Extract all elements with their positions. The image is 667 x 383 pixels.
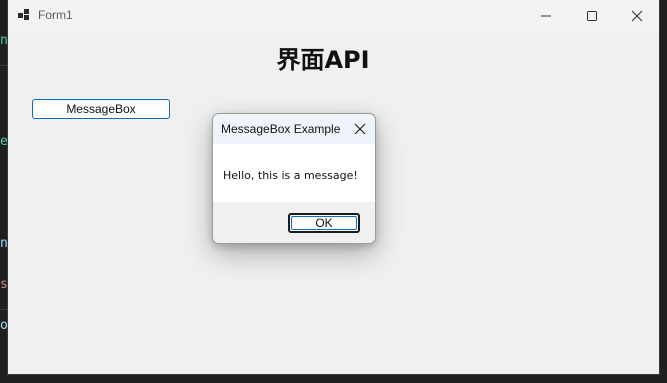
- app-icon: [18, 9, 30, 21]
- ok-button[interactable]: OK: [288, 213, 360, 233]
- dialog-title: MessageBox Example: [221, 122, 341, 136]
- minimize-icon: [541, 15, 551, 16]
- dialog-close-button[interactable]: [349, 119, 371, 139]
- messagebox-dialog: MessageBox Example Hello, this is a mess…: [212, 113, 376, 244]
- close-button[interactable]: [614, 0, 660, 31]
- window-title: Form1: [38, 8, 73, 22]
- page-heading: 界面API: [276, 46, 370, 74]
- window-titlebar[interactable]: Form1: [8, 0, 659, 31]
- dialog-titlebar[interactable]: MessageBox Example: [213, 114, 375, 144]
- dialog-message: Hello, this is a message!: [223, 169, 358, 182]
- maximize-button[interactable]: [569, 0, 615, 31]
- close-icon: [354, 123, 366, 135]
- close-icon: [631, 10, 643, 21]
- messagebox-button[interactable]: MessageBox: [32, 99, 170, 119]
- minimize-button[interactable]: [523, 0, 569, 31]
- maximize-icon: [587, 10, 597, 21]
- dialog-body: Hello, this is a message!: [213, 144, 375, 202]
- dialog-footer: OK: [213, 202, 375, 243]
